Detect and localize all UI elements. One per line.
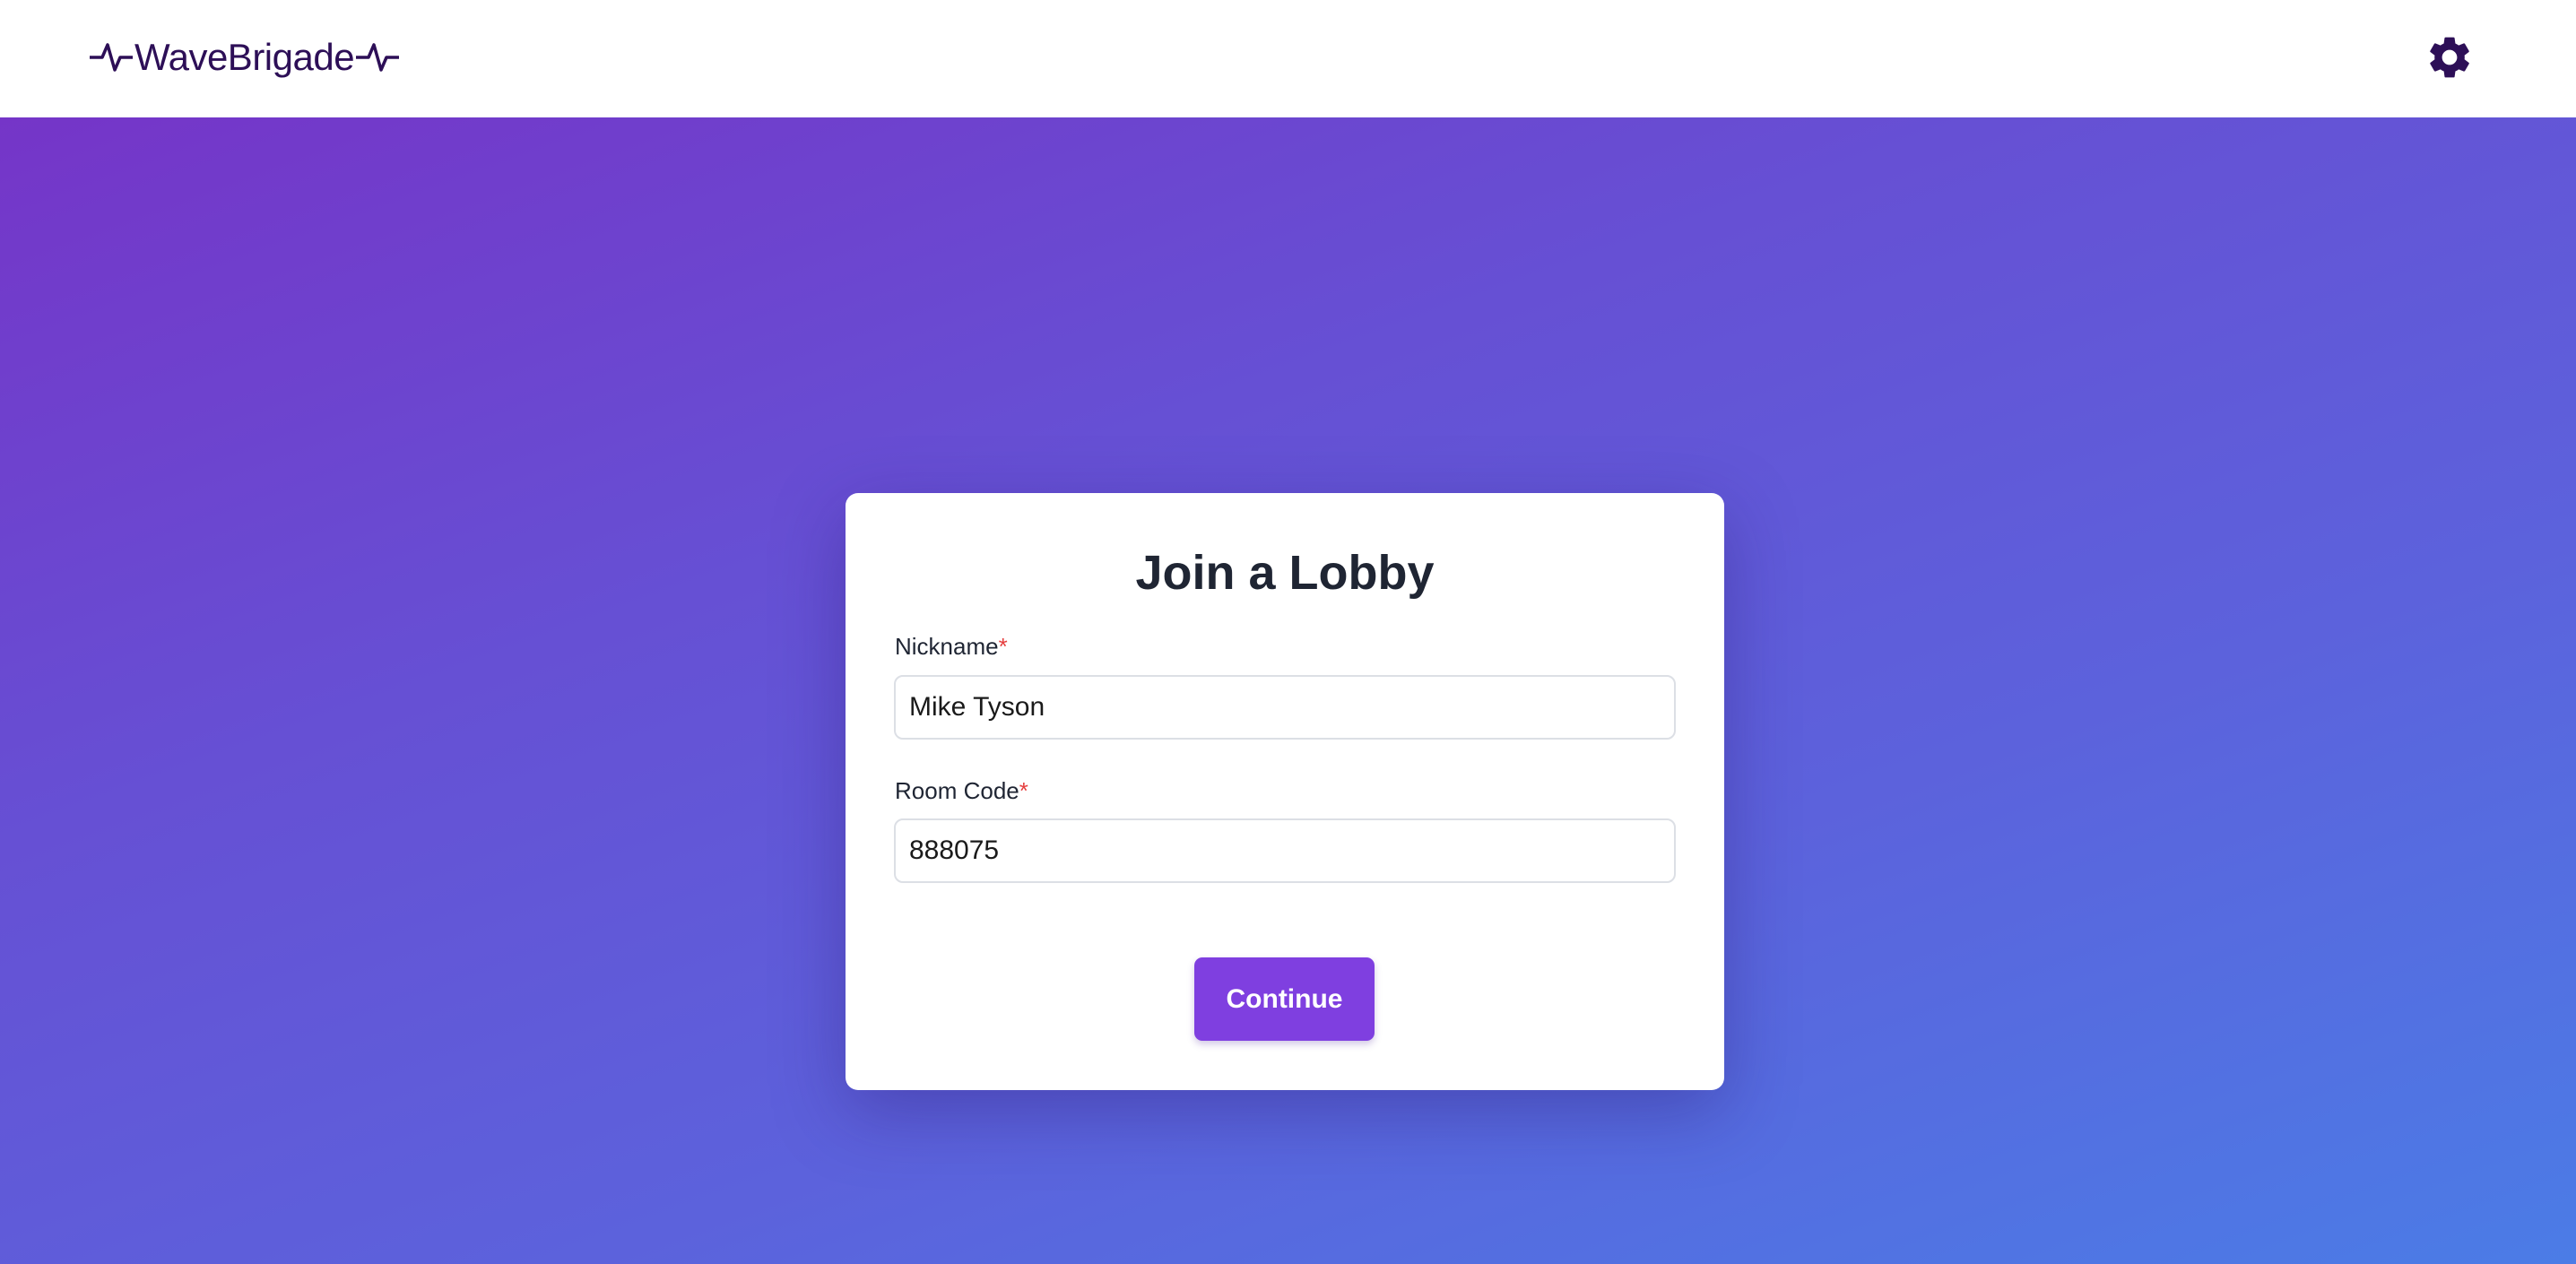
pulse-left-icon	[90, 43, 133, 72]
nickname-label-text: Nickname	[895, 633, 999, 660]
room-code-input[interactable]	[894, 818, 1676, 883]
settings-button[interactable]	[2424, 32, 2475, 82]
gear-icon	[2430, 37, 2469, 78]
join-lobby-card: Join a Lobby Nickname* Room Code* Contin…	[846, 493, 1724, 1090]
nickname-label: Nickname*	[895, 631, 1008, 662]
room-code-label-text: Room Code	[895, 777, 1019, 804]
continue-button[interactable]: Continue	[1194, 957, 1375, 1041]
top-bar: WaveBrigade	[0, 0, 2576, 117]
app-name: WaveBrigade	[134, 36, 355, 78]
pulse-right-icon	[356, 43, 400, 72]
nickname-input[interactable]	[894, 675, 1676, 740]
required-mark: *	[998, 633, 1008, 660]
card-title: Join a Lobby	[1135, 546, 1435, 600]
required-mark: *	[1019, 777, 1028, 804]
room-code-label: Room Code*	[895, 775, 1028, 806]
app-logo[interactable]: WaveBrigade	[90, 32, 400, 82]
